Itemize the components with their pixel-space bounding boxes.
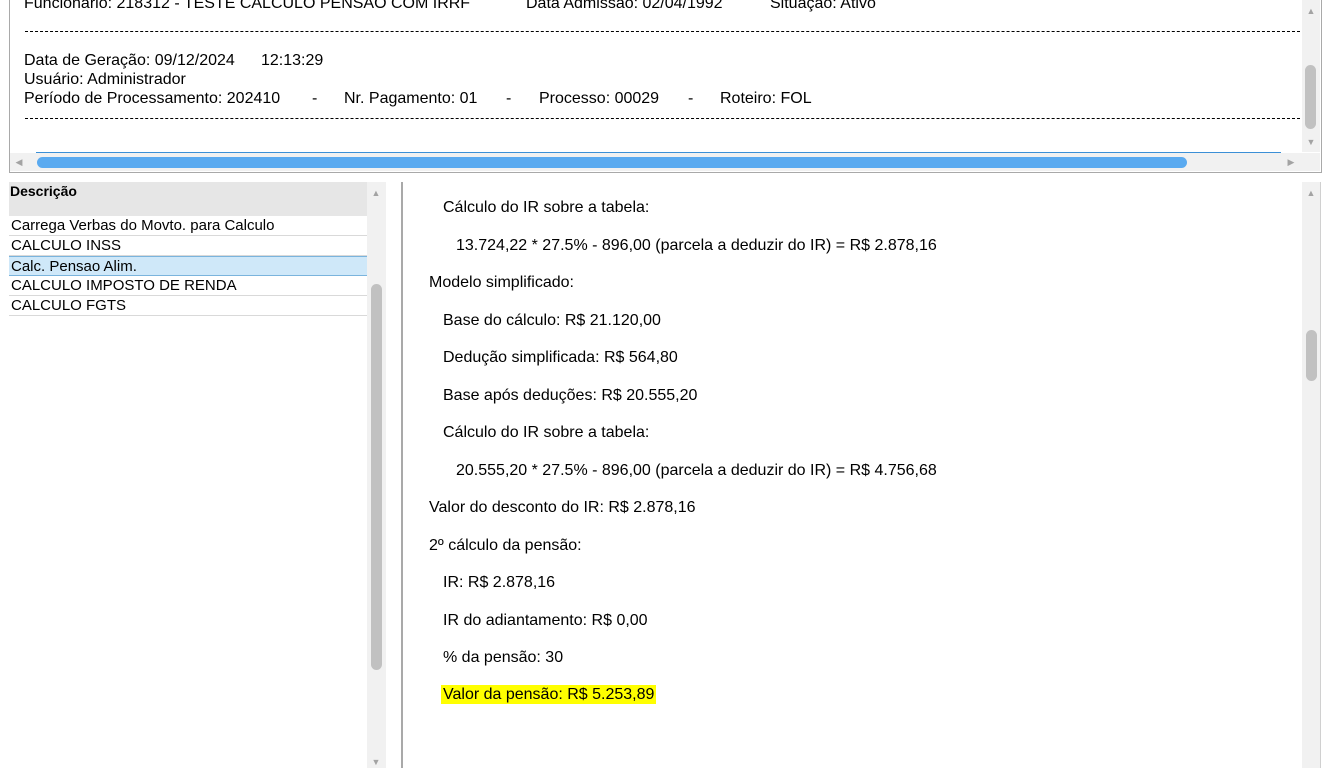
generation-time: 12:13:29 (261, 52, 324, 69)
scroll-left-icon[interactable]: ◀ (10, 156, 28, 168)
list-item-selected[interactable]: Calc. Pensao Alim. (9, 256, 367, 276)
employee-label: Funcionário: 218312 - TESTE CALCULO PENS… (24, 0, 471, 12)
scroll-up-icon[interactable]: ▲ (367, 187, 385, 199)
admission-date: Data Admissão: 02/04/1992 (526, 0, 723, 12)
dashed-separator (25, 118, 1300, 119)
list-item[interactable]: Carrega Verbas do Movto. para Calculo (9, 216, 367, 236)
scrollbar-corner (1302, 153, 1320, 171)
list-item[interactable]: CALCULO FGTS (9, 296, 367, 316)
detail-line: Valor do desconto do IR: R$ 2.878,16 (429, 499, 696, 516)
separator-dash: - (688, 90, 694, 107)
list-item[interactable]: CALCULO INSS (9, 236, 367, 256)
separator-dash: - (506, 90, 512, 107)
pane-splitter[interactable] (401, 182, 403, 768)
detail-line: Dedução simplificada: R$ 564,80 (443, 349, 678, 366)
detail-line: 13.724,22 * 27.5% - 896,00 (parcela a de… (456, 237, 937, 254)
detail-line: 2º cálculo da pensão: (429, 537, 582, 554)
detail-line: 20.555,20 * 27.5% - 896,00 (parcela a de… (456, 462, 937, 479)
pension-value-highlight: Valor da pensão: R$ 5.253,89 (441, 685, 657, 705)
list-scroll-thumb[interactable] (371, 284, 382, 670)
detail-line: Cálculo do IR sobre a tabela: (443, 199, 650, 216)
scroll-down-icon[interactable]: ▼ (367, 756, 385, 768)
detail-line: Modelo simplificado: (429, 274, 574, 291)
separator-dash: - (312, 90, 318, 107)
calculation-detail-pane: Cálculo do IR sobre a tabela: 13.724,22 … (404, 182, 1320, 768)
generation-date: Data de Geração: 09/12/2024 (24, 52, 235, 69)
list-item[interactable]: CALCULO IMPOSTO DE RENDA (9, 276, 367, 296)
scroll-thumb[interactable] (1305, 65, 1316, 129)
scroll-up-icon[interactable]: ▲ (1302, 5, 1320, 17)
steps-list: Carrega Verbas do Movto. para Calculo CA… (9, 216, 367, 316)
process-number: Processo: 00029 (539, 90, 660, 107)
steps-list-pane: Descrição Carrega Verbas do Movto. para … (9, 182, 386, 768)
scroll-up-icon[interactable]: ▲ (1302, 187, 1320, 199)
detail-vertical-scrollbar[interactable]: ▲ (1302, 182, 1320, 768)
detail-line: IR do adiantamento: R$ 0,00 (443, 612, 648, 629)
highlighted-pension-value: Valor da pensão: R$ 5.253,89 (441, 685, 657, 704)
detail-scroll-thumb[interactable] (1306, 330, 1317, 381)
horizontal-scroll-thumb[interactable] (37, 157, 1187, 168)
scroll-right-icon[interactable]: ▶ (1282, 156, 1300, 168)
user-label: Usuário: Administrador (24, 71, 186, 88)
script-name: Roteiro: FOL (720, 90, 812, 107)
column-header-description[interactable]: Descrição (9, 182, 367, 216)
report-header-content: Funcionário: 218312 - TESTE CALCULO PENS… (10, 0, 1302, 152)
scroll-down-icon[interactable]: ▼ (1302, 136, 1320, 148)
detail-line: Base do cálculo: R$ 21.120,00 (443, 312, 661, 329)
detail-line: IR: R$ 2.878,16 (443, 574, 556, 591)
detail-line: Cálculo do IR sobre a tabela: (443, 424, 650, 441)
dashed-separator (25, 31, 1300, 32)
employee-status: Situação: Ativo (770, 0, 876, 12)
processing-period: Período de Processamento: 202410 (24, 90, 281, 107)
right-border (1320, 182, 1321, 768)
payment-number: Nr. Pagamento: 01 (344, 90, 478, 107)
detail-line: % da pensão: 30 (443, 649, 564, 666)
detail-line: Base após deduções: R$ 20.555,20 (443, 387, 698, 404)
report-header-pane: Funcionário: 218312 - TESTE CALCULO PENS… (9, 0, 1322, 173)
